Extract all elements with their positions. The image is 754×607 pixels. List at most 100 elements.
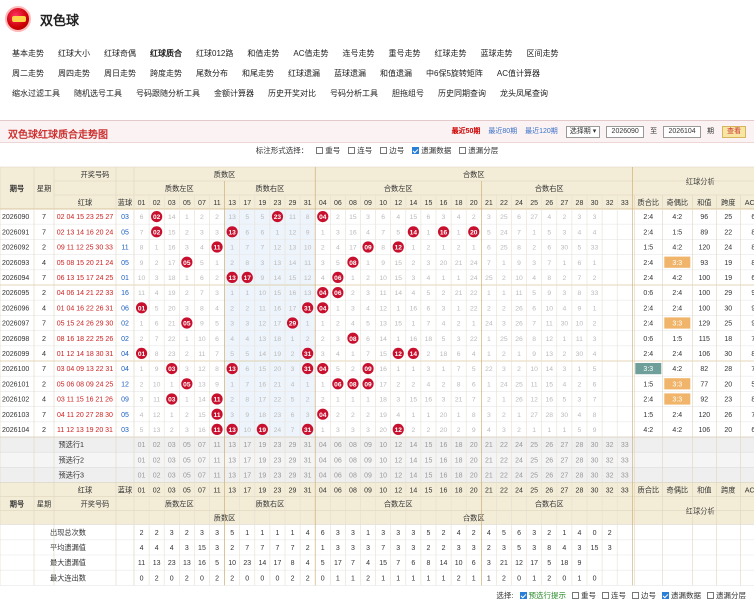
nav-link[interactable]: 连号走势 [342,44,374,64]
miss-value: 2 [185,412,189,419]
miss-value: 2 [366,275,370,282]
miss-value: 1 [457,275,461,282]
row-red-balls: 02 04 15 23 25 27 [57,214,114,221]
nav-link[interactable]: 周二走势 [12,64,44,84]
nav-link[interactable]: 红球大小 [58,44,90,64]
miss-value: 10 [304,245,312,252]
miss-value: 15 [394,321,402,328]
miss-value: 1 [487,290,491,297]
nav-link[interactable]: 号码跟随分析工具 [136,84,200,104]
to-issue-input[interactable]: 2026104 [663,126,702,138]
checkbox-icon[interactable] [572,592,579,599]
nav-link[interactable]: 基本走势 [12,44,44,64]
range-link-80[interactable]: 最近80期 [488,128,517,135]
checkbox-icon[interactable] [459,147,467,154]
checkbox-icon[interactable] [632,592,639,599]
nav-link[interactable]: 和值走势 [247,44,279,64]
footer-number: 33 [621,488,629,495]
nav-link[interactable]: 周四走势 [58,64,90,84]
footer-number: 07 [198,488,206,495]
red-ball-hit: 08 [349,260,357,267]
option-checkbox[interactable]: 遗漏分层 [707,591,746,600]
checkbox-icon[interactable] [316,147,324,154]
nav-link[interactable]: 红球质合 [150,44,182,64]
miss-value: 12 [198,366,206,373]
nav-link[interactable]: 蓝球走势 [480,44,512,64]
nav-link[interactable]: 蓝球遗漏 [334,64,366,84]
option-checkbox[interactable]: 遗漏数据 [412,146,451,155]
preselect-number: 05 [183,457,191,464]
miss-value: 1 [306,381,310,388]
miss-value: 24 [485,321,493,328]
nav-link[interactable]: 和尾走势 [242,64,274,84]
nav-link[interactable]: 区间走势 [526,44,558,64]
option-checkbox[interactable]: 遗漏分层 [459,146,498,155]
nav-link[interactable]: 周日走势 [104,64,136,84]
checkbox-checked-icon[interactable] [519,592,527,599]
nav-link[interactable]: 跨度走势 [150,64,182,84]
stat-value: 4 [562,545,566,552]
nav-link[interactable]: 金额计算器 [214,84,254,104]
miss-value: 4 [411,290,415,297]
option-checkbox[interactable]: 遗漏数据 [662,591,701,600]
header-number: 13 [228,200,236,207]
issue-select[interactable]: 选择期 ▾ [565,126,601,138]
analysis-value: 0:6 [643,336,653,343]
option-checkbox[interactable]: 边号 [380,146,404,155]
nav-link[interactable]: AC值走势 [293,44,328,64]
query-button[interactable]: 查看 [722,126,746,138]
stat-value: 3 [185,545,189,552]
nav-link[interactable]: 尾数分布 [196,64,228,84]
option-checkbox[interactable]: 重号 [572,591,596,600]
nav-link[interactable]: 中6保5旋转矩阵 [426,64,483,84]
miss-value: 3 [215,290,219,297]
option-checkbox[interactable]: 边号 [632,591,656,600]
stat-value: 6 [321,530,325,537]
miss-value: 2 [502,412,506,419]
option-checkbox[interactable]: 连号 [602,591,626,600]
checkbox-checked-icon[interactable] [662,592,669,599]
nav-link[interactable]: 历史同期查询 [438,84,486,104]
miss-value: 2 [215,275,219,282]
nav-link[interactable]: AC值计算器 [497,64,540,84]
checkbox-icon[interactable] [348,147,356,154]
miss-value: 13 [304,290,312,297]
nav-link[interactable]: 号码分析工具 [330,84,378,104]
checkbox-checked-icon[interactable] [412,147,420,154]
preselect-number: 16 [440,442,448,449]
nav-link[interactable]: 龙头凤尾查询 [500,84,548,104]
nav-link[interactable]: 缩水过滤工具 [12,84,60,104]
nav-link[interactable]: 历史开奖对比 [268,84,316,104]
footer-number: 20 [470,488,478,495]
stat-value: 1 [487,575,491,582]
nav-link[interactable]: 红球奇偶 [104,44,136,64]
nav-link[interactable]: 红球走势 [434,44,466,64]
analysis-value: 28 [724,366,732,373]
miss-value: 4 [291,381,295,388]
checkbox-icon[interactable] [380,147,388,154]
range-link-120[interactable]: 最近120期 [525,128,558,135]
miss-value: 25 [485,275,493,282]
preselect-number: 10 [379,457,387,464]
from-issue-input[interactable]: 2026090 [606,126,645,138]
miss-value: 1 [427,229,431,236]
nav-link[interactable]: 重号走势 [388,44,420,64]
stat-value: 4 [306,530,310,537]
nav-link[interactable]: 红球遗漏 [288,64,320,84]
nav-link[interactable]: 红球012路 [196,44,233,64]
range-link-50[interactable]: 最近50期 [452,128,481,135]
checkbox-icon[interactable] [707,592,714,599]
nav-link[interactable]: 随机选号工具 [74,84,122,104]
miss-value: 5 [336,260,340,267]
checkbox-icon[interactable] [602,592,609,599]
option-checkbox[interactable]: 连号 [348,146,372,155]
miss-value: 4 [593,351,597,358]
analysis-value: 3:3 [643,366,653,373]
stat-value: 18 [560,560,568,567]
option-checkbox[interactable]: 预选行提示 [519,591,566,600]
preselect-label: 预选行3 [58,471,84,480]
nav-link[interactable]: 胆拖组号 [392,84,424,104]
option-checkbox[interactable]: 重号 [316,146,340,155]
nav-link[interactable]: 和值遗漏 [380,64,412,84]
miss-value: 11 [289,214,296,221]
